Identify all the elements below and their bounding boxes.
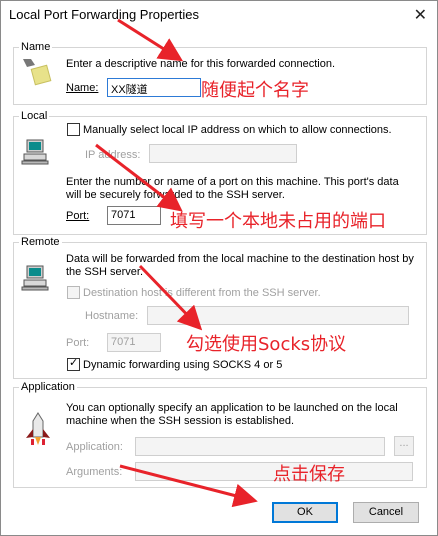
name-arrow bbox=[117, 18, 184, 62]
annotation-save: 点击保存 bbox=[273, 464, 345, 485]
annotation-socks: 勾选使用Socks协议 bbox=[186, 334, 347, 355]
port-arrow bbox=[95, 143, 183, 212]
socks-arrow bbox=[138, 264, 203, 331]
save-arrow bbox=[119, 464, 258, 508]
annotation-name: 随便起个名字 bbox=[201, 80, 309, 101]
annotation-port: 填写一个本地未占用的端口 bbox=[170, 211, 386, 232]
